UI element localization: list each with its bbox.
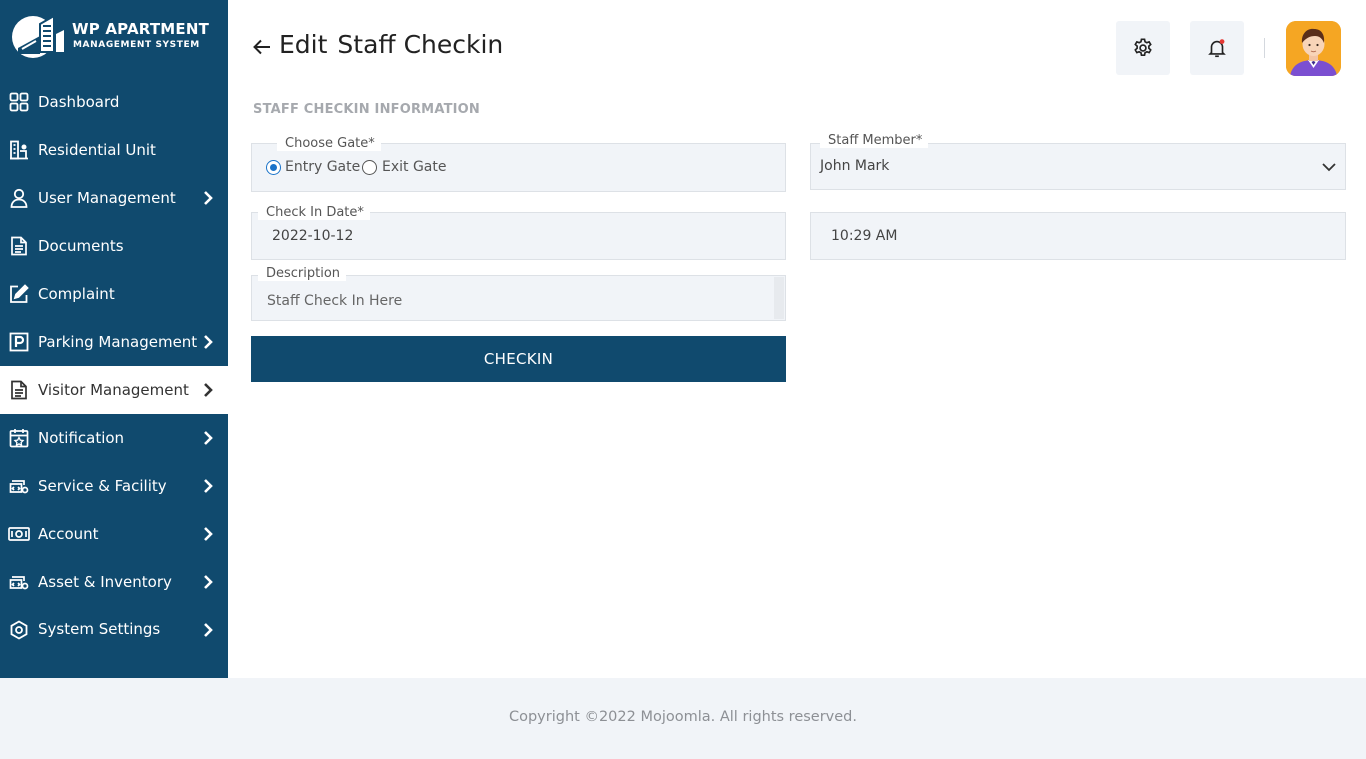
sidebar-item-label: Visitor Management xyxy=(38,381,189,399)
avatar[interactable] xyxy=(1286,21,1341,76)
chevron-right-icon xyxy=(204,335,213,349)
sidebar-item-complaint[interactable]: Complaint xyxy=(0,270,228,318)
brand-logo[interactable]: WP APARTMENT MANAGEMENT SYSTEM xyxy=(10,14,220,62)
settings-button[interactable] xyxy=(1116,21,1170,75)
settings-eye-icon xyxy=(8,619,30,641)
sidebar-item-label: System Settings xyxy=(38,620,161,638)
exit-gate-radio[interactable] xyxy=(362,160,377,175)
check-in-time-input[interactable]: 10:29 AM xyxy=(810,212,1346,260)
dashboard-grid-icon xyxy=(8,91,30,113)
description-placeholder: Staff Check In Here xyxy=(267,293,403,309)
sidebar-item-label: User Management xyxy=(38,189,176,207)
chevron-right-icon xyxy=(204,383,213,397)
sidebar-item-account[interactable]: Account xyxy=(0,510,228,558)
exit-gate-label[interactable]: Exit Gate xyxy=(382,159,447,175)
sidebar-item-residential-unit[interactable]: Residential Unit xyxy=(0,126,228,174)
sidebar-item-label: Documents xyxy=(38,237,124,255)
sidebar-item-label: Service & Facility xyxy=(38,477,167,495)
sidebar: WP APARTMENT MANAGEMENT SYSTEM Dashboard… xyxy=(0,0,228,678)
apartment-logo-icon xyxy=(12,14,64,58)
sidebar-item-label: Residential Unit xyxy=(38,141,156,159)
copyright-text: Copyright ©2022 Mojoomla. All rights res… xyxy=(508,709,857,725)
staff-member-label: Staff Member* xyxy=(820,133,929,148)
sidebar-item-label: Account xyxy=(38,525,99,543)
gear-icon xyxy=(1134,38,1152,56)
sidebar-item-label: Asset & Inventory xyxy=(38,573,172,591)
entry-gate-radio[interactable] xyxy=(266,160,281,175)
sidebar-item-label: Parking Management xyxy=(38,333,198,351)
page-header: Edit Staff Checkin xyxy=(228,0,1366,96)
chevron-right-icon xyxy=(204,575,213,589)
edit-icon xyxy=(8,283,30,305)
chevron-right-icon xyxy=(204,479,213,493)
header-divider xyxy=(1264,38,1265,58)
entry-gate-label[interactable]: Entry Gate xyxy=(285,159,360,175)
sidebar-item-service-facility[interactable]: Service & Facility xyxy=(0,462,228,510)
checkin-button[interactable]: CHECKIN xyxy=(251,336,786,382)
user-icon xyxy=(8,187,30,209)
check-in-time-value: 10:29 AM xyxy=(831,228,898,244)
staff-member-select[interactable]: John Mark xyxy=(810,143,1346,190)
check-in-date-label: Check In Date* xyxy=(258,205,370,220)
chevron-right-icon xyxy=(204,623,213,637)
check-in-date-value: 2022-10-12 xyxy=(272,228,354,244)
sidebar-item-documents[interactable]: Documents xyxy=(0,222,228,270)
sidebar-item-label: Dashboard xyxy=(38,93,120,111)
sidebar-item-label: Complaint xyxy=(38,285,115,303)
footer: Copyright ©2022 Mojoomla. All rights res… xyxy=(0,678,1366,759)
section-title: STAFF CHECKIN INFORMATION xyxy=(253,102,481,117)
asset-icon xyxy=(8,571,30,593)
textarea-scrollbar[interactable] xyxy=(774,277,784,319)
chevron-right-icon xyxy=(204,527,213,541)
calendar-star-icon xyxy=(8,427,30,449)
gate-field-label: Choose Gate* xyxy=(277,136,381,151)
brand-subtitle: MANAGEMENT SYSTEM xyxy=(73,40,200,50)
sidebar-item-parking-management[interactable]: Parking Management xyxy=(0,318,228,366)
staff-member-value: John Mark xyxy=(820,158,890,174)
page-title-action: Edit xyxy=(279,30,328,59)
chevron-down-icon xyxy=(1322,163,1336,172)
bell-icon xyxy=(1208,39,1226,58)
sidebar-item-visitor-management[interactable]: Visitor Management xyxy=(0,366,228,414)
chevron-right-icon xyxy=(204,431,213,445)
building-icon xyxy=(8,139,30,161)
sidebar-item-asset-inventory[interactable]: Asset & Inventory xyxy=(0,558,228,606)
description-textarea[interactable]: Staff Check In Here xyxy=(251,275,786,321)
money-icon xyxy=(8,523,30,545)
sidebar-item-label: Notification xyxy=(38,429,125,447)
sidebar-item-notification[interactable]: Notification xyxy=(0,414,228,462)
service-icon xyxy=(8,475,30,497)
page-title-subject: Staff Checkin xyxy=(337,30,504,59)
page-title: Edit Staff Checkin xyxy=(279,30,503,59)
back-arrow-icon[interactable] xyxy=(251,36,273,58)
description-label: Description xyxy=(258,266,347,281)
user-avatar-icon xyxy=(1286,21,1341,76)
sidebar-nav: Dashboard Residential Unit User Manageme… xyxy=(0,78,228,652)
document-icon xyxy=(8,235,30,257)
notification-button[interactable] xyxy=(1190,21,1244,75)
visitor-document-icon xyxy=(8,379,30,401)
sidebar-item-system-settings[interactable]: System Settings xyxy=(0,606,228,652)
sidebar-item-dashboard[interactable]: Dashboard xyxy=(0,78,228,126)
brand-title: WP APARTMENT xyxy=(72,20,210,38)
parking-icon xyxy=(8,331,30,353)
sidebar-item-user-management[interactable]: User Management xyxy=(0,174,228,222)
chevron-right-icon xyxy=(204,191,213,205)
